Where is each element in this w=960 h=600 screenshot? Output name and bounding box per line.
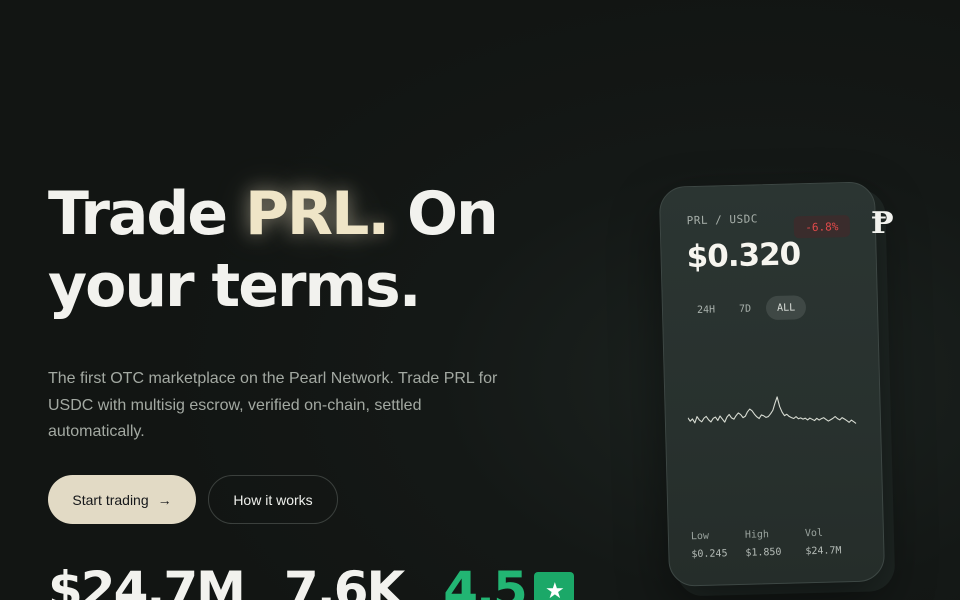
start-trading-label: Start trading <box>72 491 149 508</box>
high-value: $1.850 <box>745 546 782 559</box>
hero-subtitle: The first OTC marketplace on the Pearl N… <box>48 370 498 440</box>
high-label: High <box>744 529 770 541</box>
vol-stat: Vol $24.7M <box>805 527 842 557</box>
vol-value: $24.7M <box>805 545 842 558</box>
price-sparkline <box>687 396 857 424</box>
stat-rating-value: 4.5 <box>443 561 528 600</box>
start-trading-button[interactable]: Start trading → <box>48 475 196 524</box>
card-stats-row: Low $0.245 High $1.850 Vol $24.7M <box>691 527 842 560</box>
tab-7d[interactable]: 7D <box>730 296 761 321</box>
vol-label: Vol <box>804 527 824 540</box>
ticker-card-body: PRL / USDC -6.8% $0.320 24H 7D ALL Low $… <box>658 181 886 587</box>
how-it-works-button[interactable]: How it works <box>208 475 338 524</box>
trading-pair: PRL / USDC <box>686 212 759 228</box>
stats-row: $24.7M 7.6K 4.5 ★ <box>48 560 574 600</box>
low-stat: Low $0.245 <box>691 530 732 560</box>
stat-volume: $24.7M <box>48 561 246 600</box>
hero-title-accent: PRL. <box>244 179 390 249</box>
high-stat: High $1.850 <box>745 529 792 559</box>
how-it-works-label: How it works <box>233 491 313 508</box>
ticker-card: PRL / USDC -6.8% $0.320 24H 7D ALL Low $… <box>658 181 896 597</box>
range-tabs: 24H 7D ALL <box>688 295 807 322</box>
stat-trades: 7.6K <box>283 561 405 600</box>
star-icon: ★ <box>533 572 574 600</box>
sparkline-path <box>687 396 857 424</box>
pearl-logo-icon: Ᵽ <box>871 206 894 241</box>
tab-24h[interactable]: 24H <box>688 297 725 322</box>
stat-rating: 4.5 ★ <box>443 560 574 600</box>
price-value: $0.320 <box>686 236 801 276</box>
hero-title-prefix: Trade <box>48 179 245 249</box>
low-label: Low <box>690 530 710 543</box>
price-change-badge: -6.8% <box>793 214 851 239</box>
low-value: $0.245 <box>691 548 728 561</box>
tab-all[interactable]: ALL <box>765 295 807 321</box>
hero-title: Trade PRL. On your terms. <box>48 178 568 322</box>
arrow-right-icon: → <box>157 491 172 508</box>
